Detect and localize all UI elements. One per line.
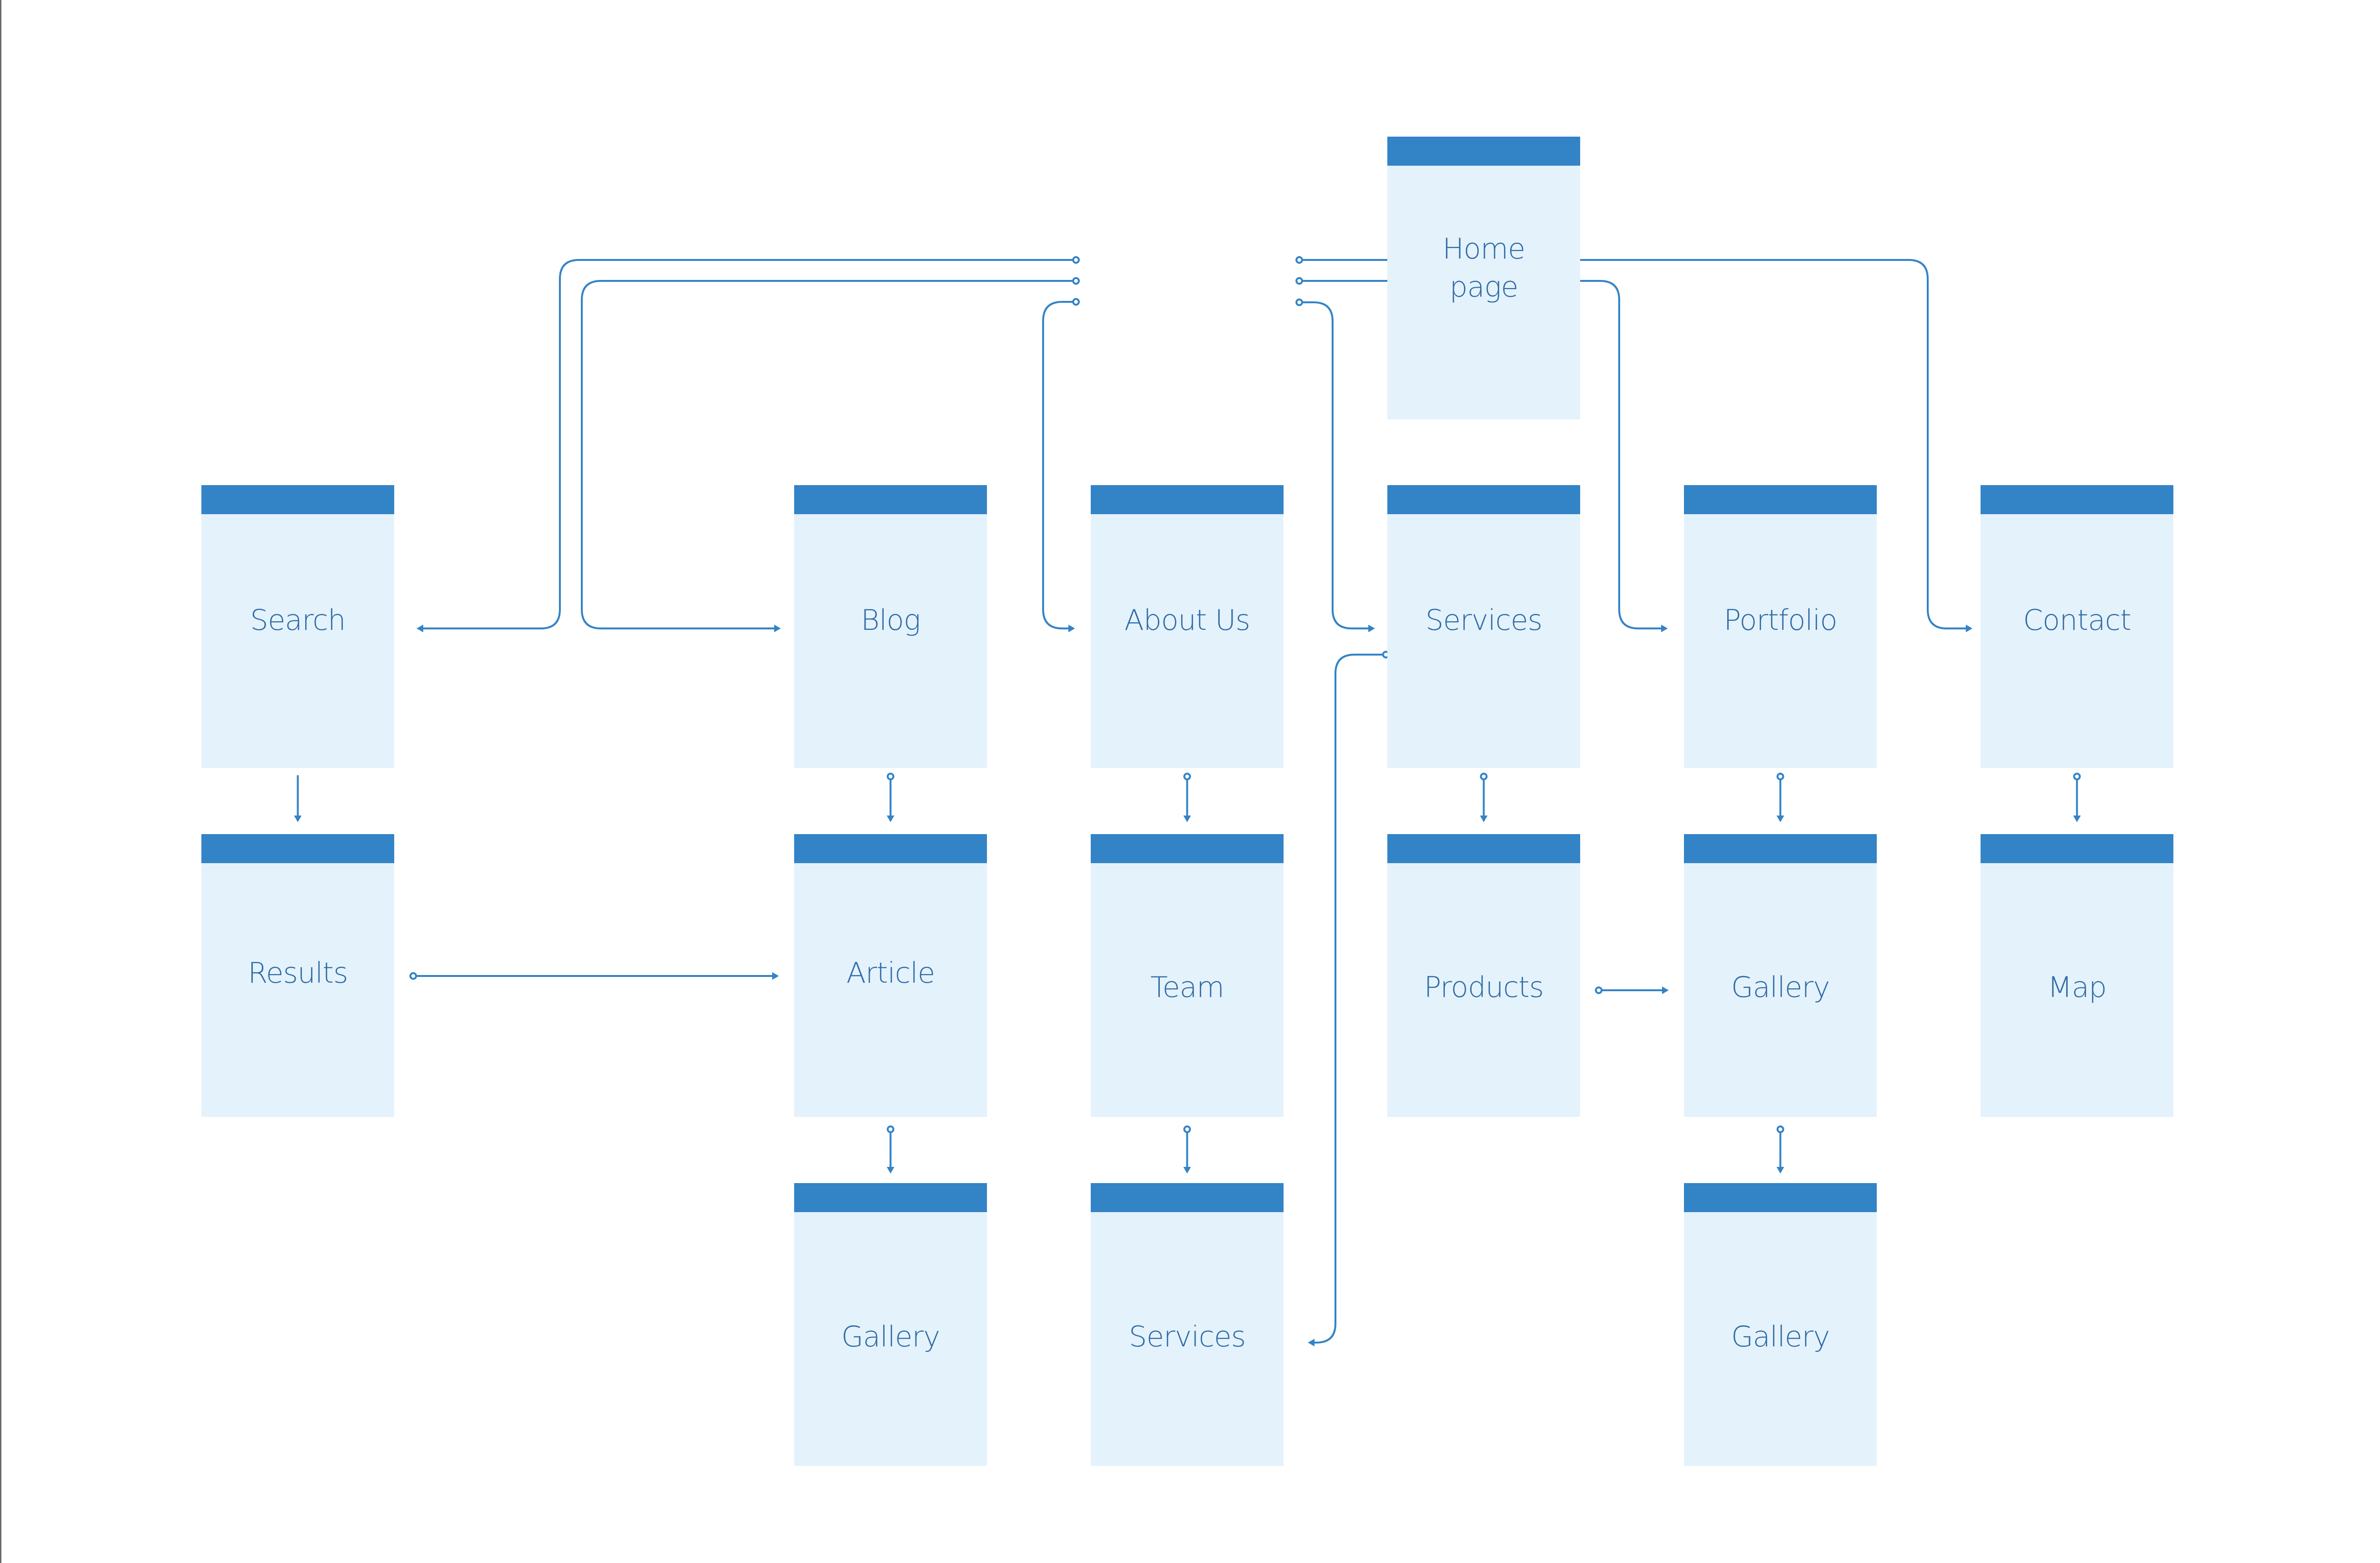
arrowhead-icon [774,625,781,632]
node-header-bar [794,1183,987,1212]
node-label: Gallery [1731,971,1830,1004]
arrowhead-icon [886,816,895,822]
edge-start-dot [409,972,417,980]
node-header-bar [794,485,987,514]
edge-start-dot [1776,773,1784,780]
arrowhead-icon [1308,1339,1314,1346]
edge-start-dot [1595,986,1603,994]
node-label: Services [1128,1320,1246,1354]
arrowhead-icon [1661,625,1668,632]
node-label: Article [846,956,935,990]
edge-start-dot [1072,256,1080,264]
edge-start-dot [1480,773,1488,780]
edge-start-dot [1776,1125,1784,1133]
arrowhead-icon [1662,986,1669,994]
edge-home-services [1301,301,1372,629]
arrowhead-icon [886,1167,895,1174]
node-services-team[interactable]: Services [1091,1183,1284,1466]
node-results[interactable]: Results [201,834,394,1117]
node-products[interactable]: Products [1387,834,1580,1117]
node-gallery-portfolio[interactable]: Gallery [1684,834,1877,1117]
node-label: Blog [861,604,921,637]
arrowhead-icon [1966,625,1972,632]
arrowhead-icon [294,816,302,822]
node-gallery-article[interactable]: Gallery [794,1183,987,1466]
edge-start-dot [1295,299,1303,306]
node-portfolio[interactable]: Portfolio [1684,485,1877,768]
node-label: Results [248,956,349,990]
node-header-bar [1387,834,1580,863]
node-home-page[interactable]: Home page [1387,137,1580,419]
node-label-line-2: page [1449,270,1519,304]
node-header-bar [1091,1183,1284,1212]
node-header-bar [1684,834,1877,863]
node-header-bar [1387,485,1580,514]
node-label: Gallery [841,1320,940,1354]
node-header-bar [1091,834,1284,863]
node-blog[interactable]: Blog [794,485,987,768]
edge-start-dot [1183,773,1191,780]
node-about-us[interactable]: About Us [1091,485,1284,768]
arrowhead-icon [1776,1167,1784,1174]
node-label: Team [1150,971,1225,1004]
node-label-line-1: Home [1442,232,1525,266]
edge-start-dot [1295,277,1303,285]
edge-start-dot [1295,256,1303,264]
node-label: Portfolio [1723,604,1838,637]
node-label: About Us [1124,604,1251,637]
node-header-bar [1684,1183,1877,1212]
arrowhead-icon [1183,816,1191,822]
edge-start-dot [886,1125,895,1133]
node-header-bar [201,834,394,863]
edge-start-dot [1183,1125,1191,1133]
node-header-bar [794,834,987,863]
arrowhead-icon [1480,816,1488,822]
node-label: Gallery [1731,1320,1830,1354]
node-article[interactable]: Article [794,834,987,1117]
arrowhead-icon [417,625,423,632]
node-header-bar [1091,485,1284,514]
node-services[interactable]: Services [1387,485,1580,768]
node-header-bar [1387,137,1580,166]
node-header-bar [1981,485,2173,514]
arrowhead-icon [1776,816,1784,822]
edge-start-dot [886,773,895,780]
node-contact[interactable]: Contact [1981,485,2173,768]
node-label: Products [1424,971,1544,1004]
edge-start-dot [2073,773,2081,780]
arrowhead-icon [1068,625,1075,632]
node-label: Services [1425,604,1543,637]
arrowhead-icon [772,972,779,980]
edge-start-dot [1072,298,1080,306]
node-team[interactable]: Team [1091,834,1284,1117]
node-label: Search [250,604,346,637]
node-header-bar [201,485,394,514]
arrowhead-icon [2073,816,2081,822]
node-header-bar [1684,485,1877,514]
node-label: Map [2047,971,2107,1004]
node-label: Contact [2023,604,2131,637]
node-search[interactable]: Search [201,485,394,768]
node-gallery-sub[interactable]: Gallery [1684,1183,1877,1466]
arrowhead-icon [1183,1167,1191,1174]
node-header-bar [1981,834,2173,863]
node-map[interactable]: Map [1981,834,2173,1117]
arrowhead-icon [1368,625,1375,632]
edge-home-about [1042,301,1074,629]
edge-services-services-team [1311,654,1384,1344]
edge-start-dot [1072,277,1080,285]
